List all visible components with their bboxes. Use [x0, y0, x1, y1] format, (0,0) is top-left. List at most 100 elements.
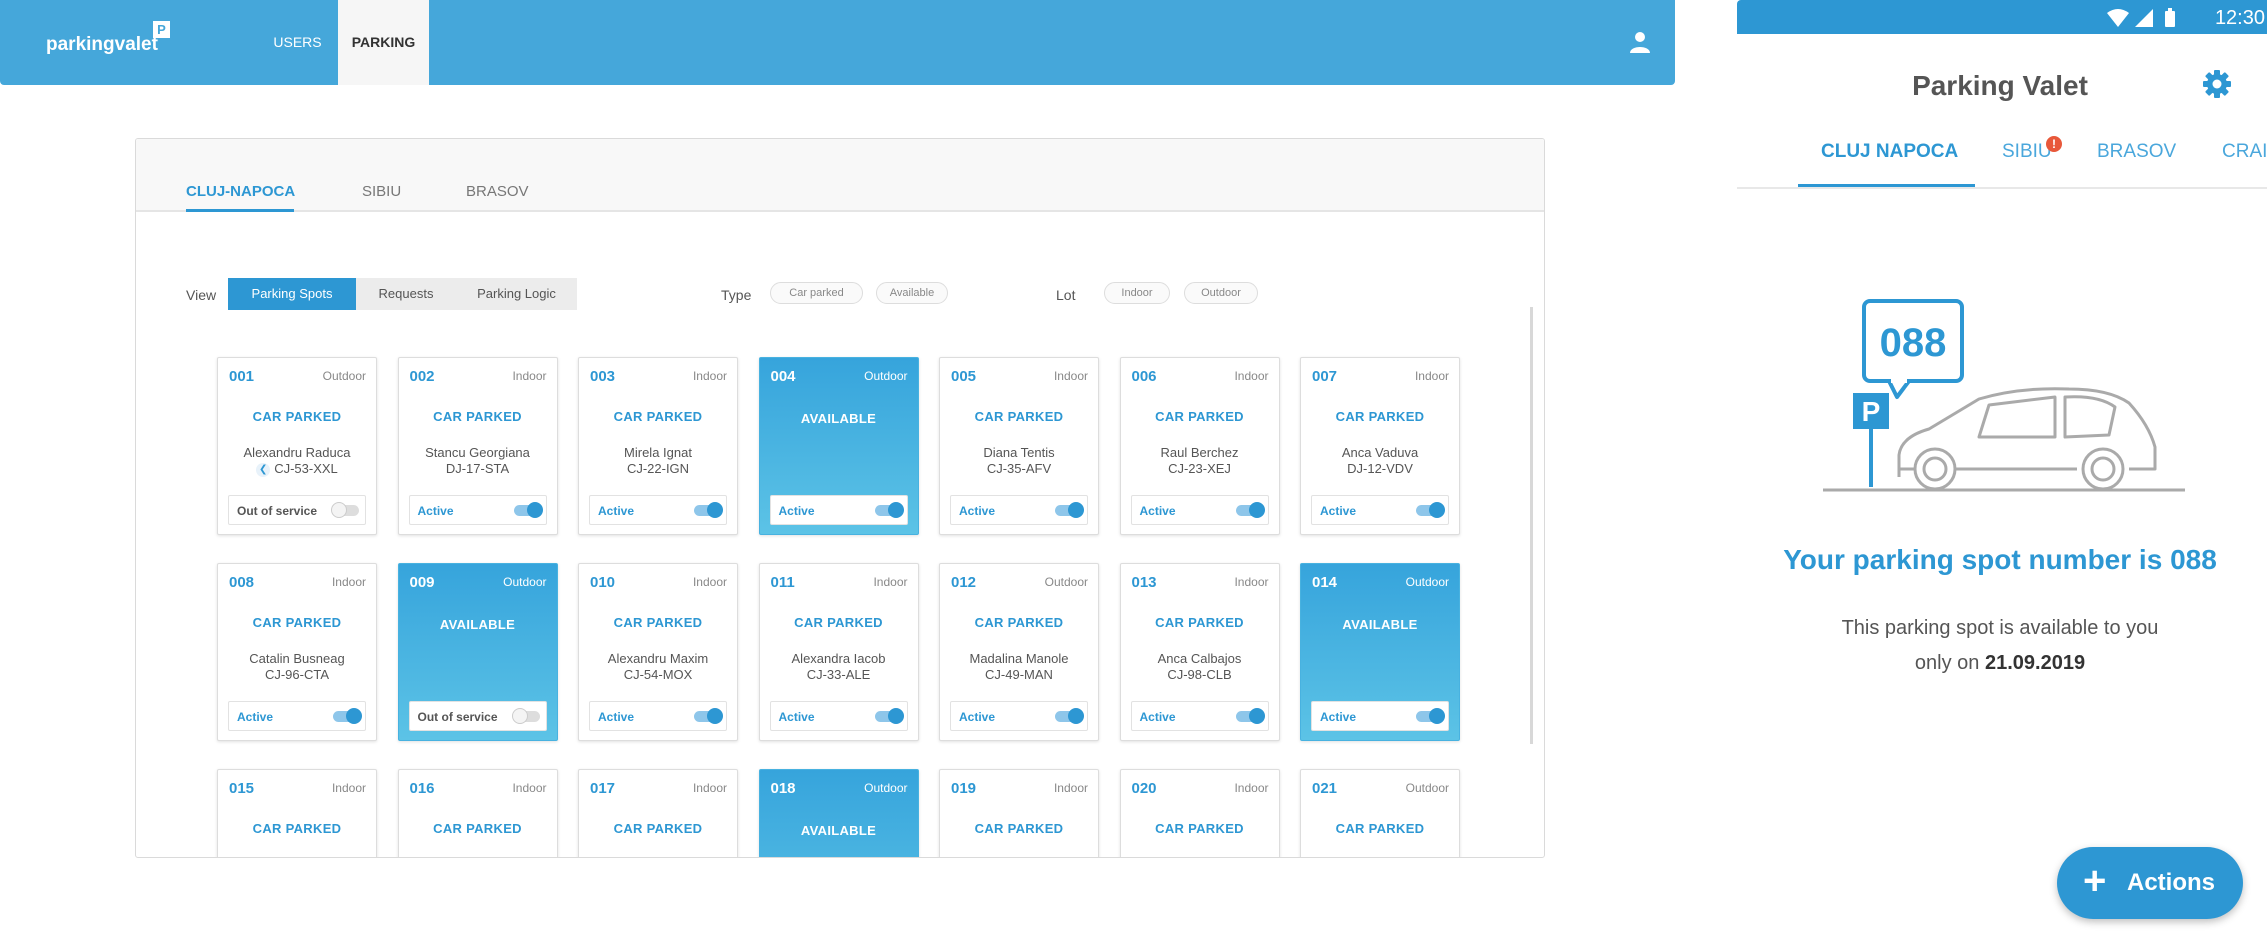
spot-service-control: Active [1311, 701, 1449, 731]
spot-lot-type: Indoor [692, 781, 727, 795]
service-toggle[interactable] [511, 708, 540, 724]
parking-spot-card[interactable]: 011 Indoor CAR PARKED Alexandra Iacob CJ-33-… [758, 563, 919, 741]
chip-car-parked[interactable]: Car parked [770, 282, 863, 304]
parking-spot-card[interactable]: 012 Outdoor CAR PARKED Madalina Manole CJ-49… [939, 563, 1099, 741]
plate-text: CJ-33-ALE [806, 667, 871, 682]
plate-text: CJ-22-IGN [626, 461, 690, 476]
sibiu-alert-badge: ! [2046, 136, 2062, 152]
spot-status: CAR PARKED [252, 409, 342, 424]
service-toggle[interactable] [874, 502, 904, 518]
tab-craiova-mobile[interactable]: CRAIOVA [2222, 141, 2267, 163]
parking-spot-card[interactable]: 019 Indoor CAR PARKED [939, 769, 1099, 857]
parking-spot-card[interactable]: 007 Indoor CAR PARKED Anca Vaduva DJ-12-VDV A… [1300, 357, 1460, 535]
chevron-left-icon[interactable]: ❮ [256, 463, 271, 477]
service-toggle[interactable] [874, 708, 904, 724]
parking-spot-card[interactable]: 001 Outdoor CAR PARKED Alexandru Raduca ❮ CJ-… [217, 357, 377, 535]
plus-icon: + [2083, 859, 2107, 903]
parking-spot-card[interactable]: 009 Outdoor AVAILABLE Out of service [397, 563, 558, 741]
spot-service-control: Active [1311, 495, 1449, 525]
parking-spot-card[interactable]: 015 Indoor CAR PARKED [217, 769, 377, 857]
parking-spot-card[interactable]: 021 Outdoor CAR PARKED [1300, 769, 1460, 857]
brand-badge: P [153, 21, 170, 38]
service-toggle[interactable] [1416, 502, 1445, 518]
nav-parking[interactable]: PARKING [338, 0, 429, 85]
view-label: View [186, 287, 217, 303]
spot-lot-type: Outdoor [1405, 575, 1449, 589]
spot-status: CAR PARKED [433, 409, 522, 424]
account-icon[interactable] [1628, 30, 1652, 54]
service-toggle[interactable] [1055, 502, 1084, 518]
parking-spot-card[interactable]: 014 Outdoor AVAILABLE Active [1300, 563, 1460, 741]
service-toggle[interactable] [513, 502, 543, 518]
spot-plate: CJ-33-ALE [760, 667, 918, 682]
spot-service-control: Out of service [408, 701, 547, 731]
tab-brasov[interactable]: BRASOV [466, 183, 529, 200]
gear-icon[interactable] [2202, 69, 2232, 99]
parking-spot-card[interactable]: 004 Outdoor AVAILABLE Active [758, 357, 919, 535]
spot-plate: CJ-22-IGN [579, 461, 737, 476]
parking-spot-card[interactable]: 013 Indoor CAR PARKED Anca Calbajos CJ-98-CL… [1119, 563, 1280, 741]
spot-lot-type: Outdoor [503, 575, 547, 589]
tab-cluj-napoca-mobile[interactable]: CLUJ NAPOCA [1821, 141, 1958, 163]
spot-status: CAR PARKED [252, 821, 342, 836]
toggle-knob [331, 502, 347, 518]
parking-spot-card[interactable]: 008 Indoor CAR PARKED Catalin Busneag CJ-96-… [217, 563, 377, 741]
spot-status: CAR PARKED [794, 615, 883, 630]
parking-spot-card[interactable]: 003 Indoor CAR PARKED Mirela Ignat CJ-22-IGN… [578, 357, 738, 535]
toggle-knob [887, 502, 904, 518]
service-toggle[interactable] [1235, 708, 1265, 724]
parking-illustration: 088 P [1823, 299, 2185, 492]
service-toggle[interactable] [694, 708, 723, 724]
plate-text: DJ-12-VDV [1347, 461, 1413, 476]
spot-lot-type: Indoor [331, 781, 366, 795]
top-app-bar: parkingvalet P USERS PARKING [0, 0, 1675, 85]
service-toggle[interactable] [1235, 502, 1265, 518]
parking-spot-card[interactable]: 006 Indoor CAR PARKED Raul Berchez CJ-23-XEJ… [1119, 357, 1280, 535]
service-toggle[interactable] [694, 502, 723, 518]
spot-plate: DJ-17-STA [399, 461, 557, 476]
toggle-knob [511, 708, 528, 724]
brand-logo[interactable]: parkingvalet [46, 34, 158, 56]
view-parking-logic[interactable]: Parking Logic [456, 278, 577, 310]
actions-button[interactable]: + Actions [2057, 847, 2243, 919]
tab-cluj-napoca[interactable]: CLUJ-NAPOCA [186, 183, 295, 200]
service-toggle[interactable] [1055, 708, 1084, 724]
chip-available[interactable]: Available [876, 282, 948, 304]
toggle-knob [1068, 502, 1084, 518]
spot-service-control: Active [228, 701, 366, 731]
parking-spot-card[interactable]: 016 Indoor CAR PARKED [397, 769, 558, 857]
chip-indoor[interactable]: Indoor [1104, 282, 1170, 304]
parking-spot-card[interactable]: 017 Indoor CAR PARKED [578, 769, 738, 857]
spot-number: 009 [409, 574, 435, 591]
spot-plate: CJ-35-AFV [940, 461, 1098, 476]
spot-plate: ❮ CJ-53-XXL [218, 461, 376, 477]
spot-service-control: Active [769, 495, 908, 525]
view-requests[interactable]: Requests [356, 278, 456, 310]
service-toggle[interactable] [1416, 708, 1445, 724]
service-toggle[interactable] [331, 502, 359, 518]
service-toggle[interactable] [333, 708, 362, 724]
spot-number: 012 [951, 574, 977, 591]
spot-service-control: Active [950, 701, 1088, 731]
plate-text: CJ-53-XXL [274, 461, 338, 476]
spot-owner-name: Raul Berchez [1160, 445, 1239, 460]
nav-users[interactable]: USERS [260, 0, 335, 85]
spot-service-control: Active [408, 495, 547, 525]
plate-text: CJ-98-CLB [1167, 667, 1232, 682]
tab-sibiu-mobile[interactable]: SIBIU [2002, 141, 2052, 163]
tab-sibiu[interactable]: SIBIU [362, 183, 401, 200]
parking-spot-card[interactable]: 005 Indoor CAR PARKED Diana Tentis CJ-35-AFV… [939, 357, 1099, 535]
parking-spot-card[interactable]: 010 Indoor CAR PARKED Alexandru Maxim CJ-54-… [578, 563, 738, 741]
view-parking-spots[interactable]: Parking Spots [228, 278, 356, 310]
spot-lot-type: Indoor [1234, 781, 1269, 795]
tab-brasov-mobile[interactable]: BRASOV [2097, 141, 2176, 163]
spot-owner-name: Diana Tentis [983, 445, 1055, 460]
chip-outdoor[interactable]: Outdoor [1184, 282, 1258, 304]
plate-text: CJ-35-AFV [986, 461, 1052, 476]
spot-owner-name: Madalina Manole [969, 651, 1069, 666]
parking-spot-card[interactable]: 002 Indoor CAR PARKED Stancu Georgiana DJ-17… [397, 357, 558, 535]
spot-status: CAR PARKED [252, 615, 342, 630]
grid-scrollbar[interactable] [1530, 307, 1533, 744]
parking-spot-card[interactable]: 018 Outdoor AVAILABLE [758, 769, 919, 857]
parking-spot-card[interactable]: 020 Indoor CAR PARKED [1119, 769, 1280, 857]
